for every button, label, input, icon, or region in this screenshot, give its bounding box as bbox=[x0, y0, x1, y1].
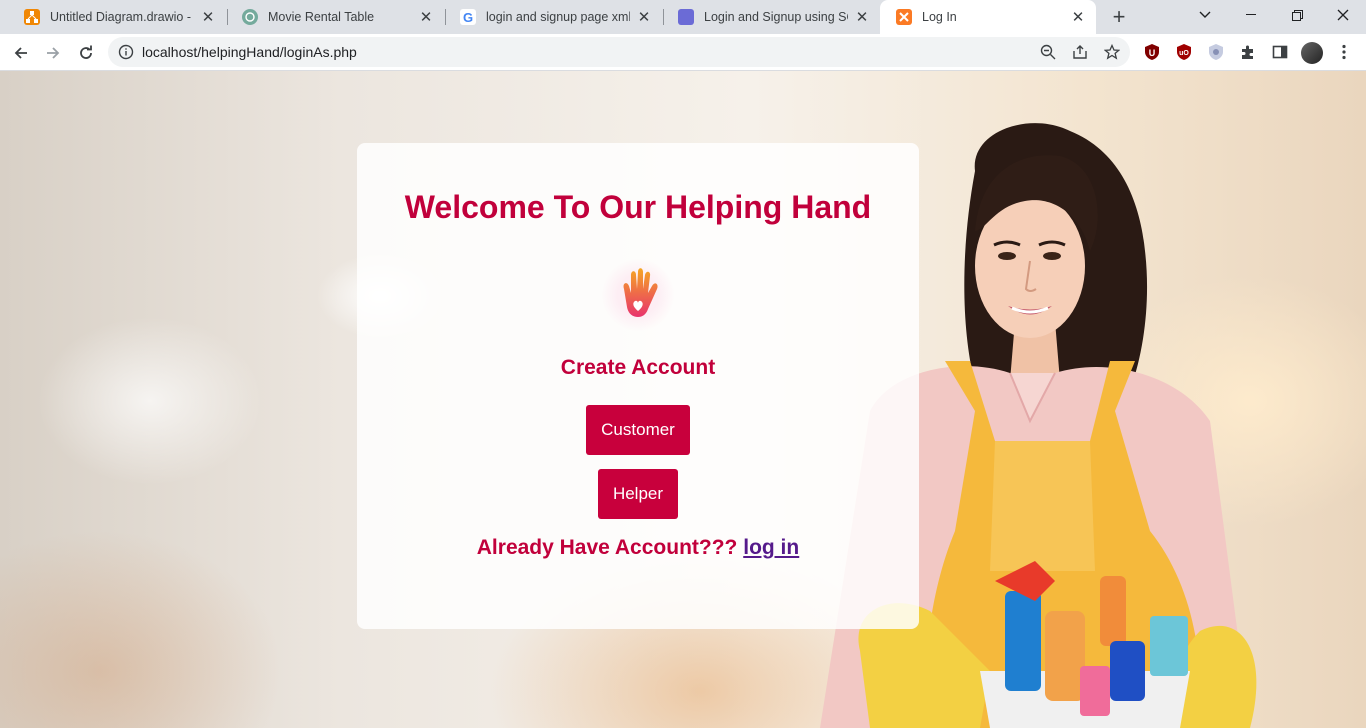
xampp-icon bbox=[896, 9, 912, 25]
create-account-heading: Create Account bbox=[560, 356, 716, 379]
close-window-button[interactable] bbox=[1320, 0, 1366, 30]
hand-icon bbox=[623, 268, 658, 317]
welcome-card: Welcome To Our Helping Hand Create Accou… bbox=[357, 143, 919, 629]
restore-button[interactable] bbox=[1274, 0, 1320, 30]
arrow-left-icon bbox=[14, 47, 27, 59]
star-icon[interactable] bbox=[1104, 44, 1120, 60]
reload-button[interactable] bbox=[72, 39, 100, 67]
back-button[interactable] bbox=[7, 39, 35, 67]
svg-text:U: U bbox=[1149, 48, 1156, 58]
site-icon bbox=[678, 9, 694, 25]
address-bar[interactable]: localhost/helpingHand/loginAs.php bbox=[108, 37, 1130, 67]
login-link[interactable]: log in bbox=[743, 536, 799, 559]
info-icon[interactable] bbox=[118, 44, 134, 60]
tab-drawio[interactable]: Untitled Diagram.drawio - dra ✕ bbox=[8, 0, 226, 34]
arrow-right-icon bbox=[47, 47, 60, 59]
tab-movie-rental[interactable]: Movie Rental Table ✕ bbox=[226, 0, 444, 34]
tab-sqlite-article[interactable]: Login and Signup using SQLite ✕ bbox=[662, 0, 880, 34]
customer-button[interactable]: Customer bbox=[586, 405, 690, 455]
side-panel-icon[interactable] bbox=[1271, 43, 1289, 61]
share-icon[interactable] bbox=[1072, 44, 1088, 60]
page-background: Welcome To Our Helping Hand Create Accou… bbox=[0, 71, 1366, 728]
profile-avatar[interactable] bbox=[1301, 42, 1323, 64]
ublock-origin-extension-icon[interactable]: uO bbox=[1175, 43, 1193, 61]
close-icon[interactable]: ✕ bbox=[636, 9, 652, 26]
tab-title: login and signup page xml and bbox=[486, 10, 630, 24]
tab-title: Login and Signup using SQLite bbox=[704, 10, 848, 24]
zoom-icon[interactable] bbox=[1040, 44, 1056, 60]
svg-text:uO: uO bbox=[1179, 50, 1189, 57]
helper-button[interactable]: Helper bbox=[598, 469, 678, 519]
tab-log-in[interactable]: Log In ✕ bbox=[880, 0, 1096, 34]
tab-search-icon[interactable] bbox=[1182, 0, 1228, 30]
already-have-account-line: Already Have Account??? log in bbox=[357, 536, 919, 560]
page-title: Welcome To Our Helping Hand bbox=[404, 189, 872, 225]
forward-button[interactable] bbox=[39, 39, 67, 67]
menu-icon[interactable] bbox=[1335, 43, 1353, 61]
puzzle-icon[interactable] bbox=[1239, 43, 1257, 61]
browser-tab-strip: Untitled Diagram.drawio - dra ✕ Movie Re… bbox=[0, 0, 1366, 34]
close-icon[interactable]: ✕ bbox=[1070, 9, 1086, 26]
chatgpt-icon bbox=[242, 9, 258, 25]
close-icon[interactable]: ✕ bbox=[418, 9, 434, 26]
minimize-button[interactable] bbox=[1228, 0, 1274, 30]
new-tab-button[interactable]: + bbox=[1106, 4, 1132, 29]
google-icon: G bbox=[460, 9, 476, 25]
already-have-account-text: Already Have Account??? bbox=[476, 536, 738, 559]
drawio-icon bbox=[24, 9, 40, 25]
reload-icon bbox=[80, 45, 92, 59]
tab-title: Movie Rental Table bbox=[268, 10, 375, 24]
helping-hand-logo bbox=[602, 259, 674, 331]
tab-title: Log In bbox=[922, 10, 957, 24]
close-icon[interactable]: ✕ bbox=[200, 9, 216, 26]
shield-extension-icon[interactable] bbox=[1207, 43, 1225, 61]
tab-google-search[interactable]: G login and signup page xml and ✕ bbox=[444, 0, 662, 34]
ublock-extension-icon[interactable]: U bbox=[1143, 43, 1161, 61]
tab-title: Untitled Diagram.drawio - dra bbox=[50, 10, 194, 24]
close-icon[interactable]: ✕ bbox=[854, 9, 870, 26]
url-text: localhost/helpingHand/loginAs.php bbox=[142, 44, 357, 60]
browser-toolbar: localhost/helpingHand/loginAs.php bbox=[0, 34, 1366, 71]
